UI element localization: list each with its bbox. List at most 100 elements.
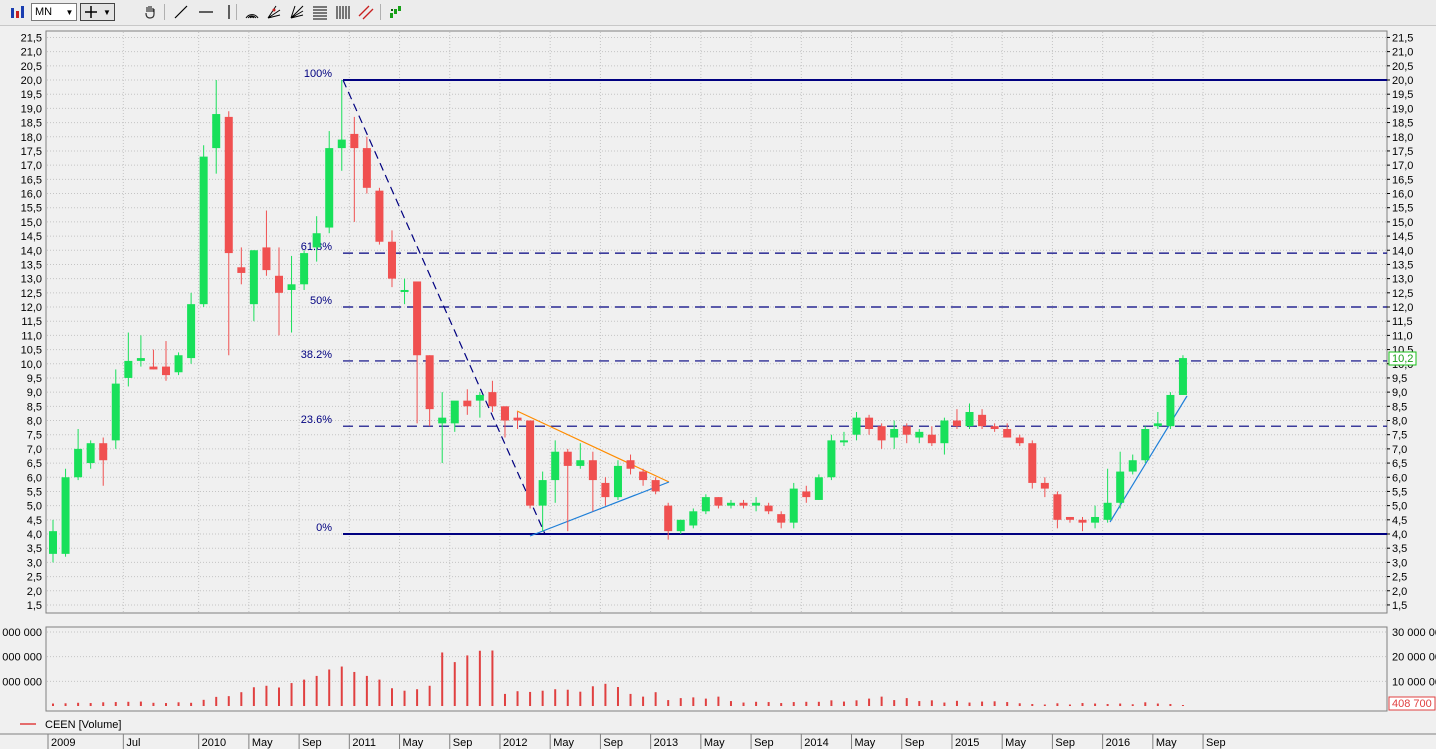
candle[interactable]: [1003, 429, 1012, 438]
candle[interactable]: [350, 133, 359, 149]
candle[interactable]: [425, 355, 434, 410]
volume-pane[interactable]: [45, 626, 1388, 712]
price-pane[interactable]: [45, 30, 1388, 614]
candle[interactable]: [927, 434, 936, 444]
candle[interactable]: [1153, 423, 1162, 427]
fibo-timezones-icon[interactable]: [334, 3, 352, 21]
candle[interactable]: [852, 417, 861, 435]
trendline-icon[interactable]: [172, 3, 190, 21]
candle[interactable]: [1053, 494, 1062, 520]
candle[interactable]: [86, 443, 95, 464]
candle[interactable]: [187, 304, 196, 359]
candle[interactable]: [676, 519, 685, 532]
candle[interactable]: [463, 400, 472, 407]
hand-icon[interactable]: [141, 3, 159, 21]
candle[interactable]: [1141, 429, 1150, 461]
candle[interactable]: [839, 440, 848, 443]
fibo-retracement-icon[interactable]: [311, 3, 329, 21]
candle[interactable]: [1166, 394, 1175, 427]
candle[interactable]: [613, 465, 622, 498]
candle[interactable]: [789, 488, 798, 523]
candle[interactable]: [978, 414, 987, 427]
gann-fan-icon[interactable]: [288, 3, 306, 21]
candle[interactable]: [551, 451, 560, 481]
candle[interactable]: [664, 505, 673, 532]
candle[interactable]: [500, 406, 509, 421]
channel-icon[interactable]: [357, 3, 375, 21]
candle[interactable]: [124, 360, 133, 378]
candle[interactable]: [413, 281, 422, 356]
fibo-fan-icon[interactable]: [265, 3, 283, 21]
timeframe-select[interactable]: MN ▼: [31, 3, 77, 21]
candle[interactable]: [1091, 516, 1100, 523]
candle[interactable]: [588, 460, 597, 481]
candle[interactable]: [764, 505, 773, 512]
candle[interactable]: [752, 502, 761, 506]
candle[interactable]: [802, 491, 811, 498]
candle[interactable]: [99, 443, 108, 461]
candle[interactable]: [362, 148, 371, 188]
candle[interactable]: [161, 366, 170, 376]
candle[interactable]: [538, 480, 547, 506]
candle[interactable]: [890, 429, 899, 438]
candle[interactable]: [639, 471, 648, 481]
horizontal-line-icon[interactable]: [197, 3, 215, 21]
candle[interactable]: [224, 116, 233, 254]
price-chart[interactable]: 100%61.8%50%38.2%23.6%0% 1,52,02,53,03,5…: [0, 26, 1436, 749]
candle[interactable]: [940, 420, 949, 444]
candle[interactable]: [1015, 437, 1024, 444]
candle[interactable]: [689, 511, 698, 526]
candle[interactable]: [827, 440, 836, 478]
candle[interactable]: [877, 426, 886, 441]
candle[interactable]: [74, 448, 83, 478]
indicator-icon[interactable]: [387, 3, 405, 21]
candle[interactable]: [300, 253, 309, 285]
candle[interactable]: [312, 233, 321, 248]
candle[interactable]: [701, 497, 710, 512]
candle[interactable]: [915, 431, 924, 438]
candle[interactable]: [965, 411, 974, 427]
candle[interactable]: [526, 420, 535, 506]
candle[interactable]: [902, 426, 911, 435]
candle[interactable]: [438, 417, 447, 424]
candle[interactable]: [136, 358, 145, 361]
candle[interactable]: [199, 156, 208, 305]
crosshair-tool-button[interactable]: ▼: [80, 3, 115, 21]
candle[interactable]: [450, 400, 459, 424]
candle[interactable]: [651, 480, 660, 492]
candle[interactable]: [865, 417, 874, 430]
candle[interactable]: [814, 477, 823, 500]
candle[interactable]: [990, 426, 999, 430]
candle[interactable]: [111, 383, 120, 441]
candle[interactable]: [1040, 482, 1049, 489]
bar-chart-icon[interactable]: [8, 3, 26, 21]
candle[interactable]: [1128, 460, 1137, 472]
candle[interactable]: [1078, 519, 1087, 523]
candle[interactable]: [1178, 358, 1187, 395]
candle[interactable]: [400, 289, 409, 292]
candle[interactable]: [61, 477, 70, 554]
candle[interactable]: [325, 148, 334, 228]
candle[interactable]: [274, 275, 283, 293]
candle[interactable]: [952, 420, 961, 427]
candle[interactable]: [714, 497, 723, 506]
candle[interactable]: [576, 460, 585, 466]
candle[interactable]: [49, 531, 57, 554]
candle[interactable]: [626, 460, 635, 469]
candle[interactable]: [601, 482, 610, 498]
candle[interactable]: [287, 284, 296, 290]
candle[interactable]: [1065, 516, 1074, 520]
candle[interactable]: [249, 250, 258, 305]
candle[interactable]: [174, 355, 183, 373]
candle[interactable]: [1116, 471, 1125, 503]
candle[interactable]: [563, 451, 572, 466]
candle[interactable]: [726, 502, 735, 506]
candle[interactable]: [262, 247, 271, 271]
candle[interactable]: [337, 139, 346, 149]
candle[interactable]: [149, 366, 158, 370]
candle[interactable]: [1028, 443, 1037, 483]
candle[interactable]: [488, 392, 497, 407]
candle[interactable]: [212, 114, 221, 149]
candle[interactable]: [739, 502, 748, 506]
candle[interactable]: [1103, 502, 1112, 520]
